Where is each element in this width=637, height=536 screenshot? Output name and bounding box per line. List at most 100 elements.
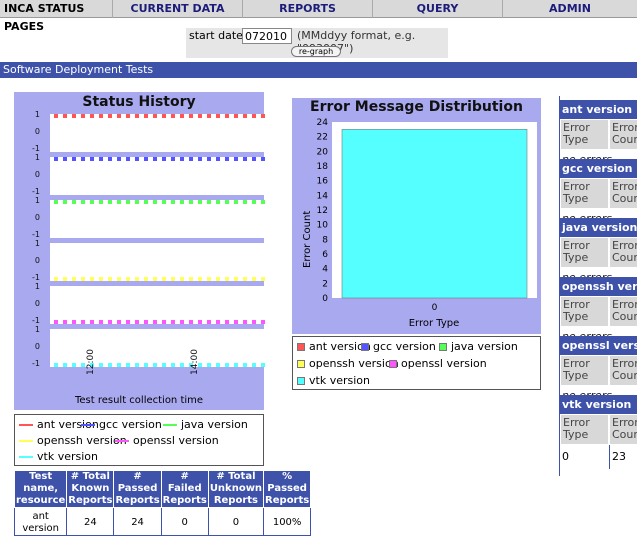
error-count-header: Error Count bbox=[609, 355, 637, 386]
status-marker bbox=[216, 363, 220, 367]
status-marker bbox=[243, 320, 247, 324]
status-marker bbox=[189, 200, 193, 204]
y-tick: 0 bbox=[34, 256, 40, 265]
status-marker bbox=[243, 363, 247, 367]
status-marker bbox=[117, 200, 121, 204]
status-marker bbox=[171, 363, 175, 367]
status-marker bbox=[189, 157, 193, 161]
status-marker bbox=[234, 200, 238, 204]
status-row-ant-version bbox=[50, 114, 273, 152]
status-marker bbox=[126, 277, 130, 281]
status-marker bbox=[198, 200, 202, 204]
stats-header: # Total Unknown Reports bbox=[207, 470, 265, 508]
status-marker bbox=[261, 157, 265, 161]
date-form: start date: (MMddyy format, e.g. "093007… bbox=[186, 28, 448, 58]
start-date-input[interactable] bbox=[242, 28, 292, 44]
status-history-title: Status History bbox=[82, 94, 196, 110]
status-marker bbox=[261, 320, 265, 324]
status-history-panel: Status History 1 0 -1 1 0 -1 1 0 -1 1 0 -1 1 0 -1 1 0 -1 … bbox=[14, 92, 273, 410]
status-marker bbox=[198, 157, 202, 161]
status-marker bbox=[90, 320, 94, 324]
legend-item-vtk-version: vtk version bbox=[19, 450, 98, 463]
status-marker bbox=[90, 200, 94, 204]
status-marker bbox=[81, 200, 85, 204]
legend-item-openssl-version: openssl version bbox=[389, 357, 487, 370]
status-marker bbox=[99, 114, 103, 118]
status-marker bbox=[144, 200, 148, 204]
nav-admin[interactable]: ADMIN bbox=[503, 0, 637, 18]
legend-item-gcc-version: gcc version bbox=[81, 418, 162, 431]
legend-swatch bbox=[297, 343, 305, 351]
status-marker bbox=[126, 320, 130, 324]
status-marker bbox=[225, 363, 229, 367]
status-marker bbox=[243, 114, 247, 118]
status-marker bbox=[108, 320, 112, 324]
legend-swatch bbox=[297, 377, 305, 385]
y-tick: -1 bbox=[32, 187, 40, 196]
status-row-vtk-version bbox=[50, 329, 273, 367]
error-table-title-ant-version: ant version bbox=[560, 100, 637, 119]
row-divider bbox=[609, 445, 610, 469]
error-type-header: Error Type bbox=[560, 237, 609, 268]
status-marker bbox=[144, 157, 148, 161]
error-type-header: Error Type bbox=[560, 414, 609, 445]
legend-item-openssh-version: openssh version bbox=[19, 434, 127, 447]
error-count-header: Error Count bbox=[609, 414, 637, 445]
status-marker bbox=[108, 363, 112, 367]
legend-marker bbox=[19, 456, 33, 458]
status-marker bbox=[54, 157, 58, 161]
y-tick: -1 bbox=[32, 316, 40, 325]
error-count-value: 23 bbox=[612, 450, 626, 463]
status-marker bbox=[81, 114, 85, 118]
status-marker bbox=[261, 114, 265, 118]
status-marker bbox=[198, 277, 202, 281]
error-count-header: Error Count bbox=[609, 178, 637, 209]
legend-marker bbox=[81, 424, 95, 426]
y-tick: 1 bbox=[34, 196, 40, 205]
error-count-header: Error Count bbox=[609, 237, 637, 268]
stats-header: % Passed Reports bbox=[263, 470, 312, 508]
status-marker bbox=[171, 114, 175, 118]
legend-label: java version bbox=[451, 340, 518, 353]
legend-marker bbox=[19, 424, 33, 426]
status-history-legend: ant version gcc version java version openss… bbox=[14, 414, 264, 466]
nav-current-data[interactable]: CURRENT DATA bbox=[113, 0, 243, 18]
status-marker bbox=[153, 363, 157, 367]
legend-swatch bbox=[361, 343, 369, 351]
nav-query[interactable]: QUERY bbox=[373, 0, 503, 18]
nav-brand[interactable]: INCA STATUS PAGES bbox=[0, 0, 113, 33]
status-marker bbox=[216, 277, 220, 281]
top-nav: INCA STATUS PAGES CURRENT DATA REPORTS Q… bbox=[0, 0, 637, 33]
regraph-button[interactable]: re-graph bbox=[291, 46, 341, 57]
error-table-title-openssl-version: openssl version bbox=[560, 336, 637, 355]
stats-cell: 100% bbox=[263, 507, 312, 536]
status-marker bbox=[180, 200, 184, 204]
status-marker bbox=[144, 320, 148, 324]
status-marker bbox=[54, 200, 58, 204]
status-marker bbox=[54, 363, 58, 367]
y-tick: 1 bbox=[34, 325, 40, 334]
stats-cell: ant version bbox=[13, 507, 68, 536]
status-marker bbox=[162, 200, 166, 204]
status-marker bbox=[99, 363, 103, 367]
legend-label: gcc version bbox=[373, 340, 436, 353]
stats-header: # Failed Reports bbox=[160, 470, 209, 508]
section-header: Software Deployment Tests bbox=[0, 62, 637, 78]
y-tick: 0 bbox=[34, 213, 40, 222]
error-type-header: Error Type bbox=[560, 178, 609, 209]
status-marker bbox=[171, 200, 175, 204]
legend-swatch bbox=[439, 343, 447, 351]
status-marker bbox=[243, 157, 247, 161]
y-tick-label: 22 bbox=[317, 133, 328, 143]
y-tick: 1 bbox=[34, 282, 40, 291]
status-marker bbox=[252, 363, 256, 367]
y-tick: 1 bbox=[34, 153, 40, 162]
y-tick: -1 bbox=[32, 144, 40, 153]
status-marker bbox=[216, 114, 220, 118]
status-marker bbox=[225, 200, 229, 204]
status-marker bbox=[189, 277, 193, 281]
nav-reports[interactable]: REPORTS bbox=[243, 0, 373, 18]
status-marker bbox=[162, 114, 166, 118]
status-marker bbox=[180, 363, 184, 367]
legend-marker bbox=[115, 440, 129, 442]
